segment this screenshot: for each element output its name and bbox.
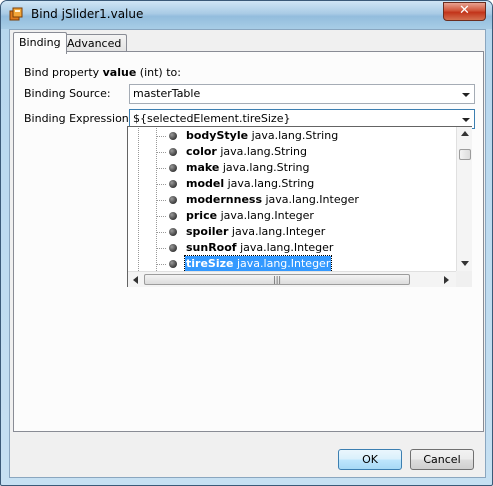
scroll-grip: ||| xyxy=(273,275,282,284)
ok-button[interactable]: OK xyxy=(338,449,402,470)
tree-row[interactable]: bodyStyle java.lang.String xyxy=(128,128,456,144)
tree-row[interactable]: color java.lang.String xyxy=(128,144,456,160)
tree-guide-line xyxy=(138,208,139,224)
chevron-down-icon[interactable] xyxy=(462,118,470,122)
property-type: java.lang.Integer xyxy=(231,225,326,238)
property-name: spoiler xyxy=(186,225,229,238)
tree-branch-line xyxy=(157,168,167,169)
property-bullet-icon xyxy=(169,212,177,220)
tree-row[interactable]: price java.lang.Integer xyxy=(128,208,456,224)
close-icon: ✕ xyxy=(459,3,470,18)
property-bullet-icon xyxy=(169,196,177,204)
property-bullet-icon xyxy=(169,228,177,236)
horizontal-scroll-thumb[interactable]: ||| xyxy=(144,274,410,285)
tree-item-label[interactable]: price java.lang.Integer xyxy=(185,208,315,224)
tab-advanced[interactable]: Advanced xyxy=(61,34,128,52)
tree-row[interactable]: tireSize java.lang.Integer xyxy=(128,255,456,273)
property-type: java.lang.String xyxy=(251,129,339,142)
tree-branch-line xyxy=(157,248,167,249)
bind-property-prefix: Bind property xyxy=(24,66,103,79)
expression-tree-popup[interactable]: bodyStyle java.lang.String color java.lan… xyxy=(127,126,472,287)
property-type: java.lang.Integer xyxy=(265,193,359,206)
property-type: java.lang.String xyxy=(222,161,310,174)
property-bullet-icon xyxy=(169,180,177,188)
bind-property-suffix: (int) to: xyxy=(136,66,181,79)
tree-guide-line xyxy=(138,144,139,160)
property-name: bodyStyle xyxy=(186,129,249,142)
property-type: java.lang.Integer xyxy=(240,241,334,254)
java-app-icon xyxy=(9,7,23,21)
window-title: Bind jSlider1.value xyxy=(31,7,144,21)
tree-branch-line xyxy=(157,232,167,233)
scroll-down-icon[interactable] xyxy=(461,261,469,266)
scroll-up-icon[interactable] xyxy=(461,131,469,136)
scrollbar-corner xyxy=(456,271,472,287)
title-bar[interactable]: Bind jSlider1.value ✕ xyxy=(1,1,492,29)
tab-binding[interactable]: Binding xyxy=(13,32,67,54)
bind-property-label: Bind property value (int) to: xyxy=(24,66,181,79)
tree-item-label[interactable]: make java.lang.String xyxy=(185,160,311,176)
property-type: java.lang.String xyxy=(227,177,315,190)
scroll-left-icon[interactable] xyxy=(133,276,138,284)
binding-source-value: masterTable xyxy=(133,87,201,100)
property-bullet-icon xyxy=(169,260,177,268)
tree-guide-line xyxy=(138,128,139,144)
property-name: sunRoof xyxy=(186,241,237,254)
tree-item-label[interactable]: spoiler java.lang.Integer xyxy=(185,224,326,240)
binding-source-combo[interactable]: masterTable xyxy=(129,84,475,104)
tree-row[interactable]: spoiler java.lang.Integer xyxy=(128,224,456,240)
property-name: color xyxy=(186,145,217,158)
property-bullet-icon xyxy=(169,132,177,140)
property-name: price xyxy=(186,209,218,222)
tree-item-label[interactable]: bodyStyle java.lang.String xyxy=(185,128,339,144)
tree-item-label[interactable]: tireSize java.lang.Integer xyxy=(183,255,333,273)
property-type: java.lang.String xyxy=(220,145,307,158)
tree-branch-line xyxy=(157,216,167,217)
property-name: model xyxy=(186,177,225,190)
tree-guide-line xyxy=(138,176,139,192)
tree-guide-line xyxy=(138,160,139,176)
tree-branch-line xyxy=(157,200,167,201)
cancel-button[interactable]: Cancel xyxy=(410,449,474,470)
vertical-scrollbar[interactable] xyxy=(456,127,472,271)
tree-row[interactable]: model java.lang.String xyxy=(128,176,456,192)
tree-branch-line xyxy=(157,136,167,137)
bind-property-name: value xyxy=(102,66,137,79)
tree-guide-line xyxy=(138,256,139,272)
property-type: java.lang.Integer xyxy=(220,209,314,222)
tree-item-label[interactable]: color java.lang.String xyxy=(185,144,308,160)
tree-guide-line xyxy=(138,192,139,208)
property-name: modernness xyxy=(186,193,262,206)
scroll-right-icon[interactable] xyxy=(444,276,449,284)
tree-guide-line xyxy=(138,240,139,256)
property-type: java.lang.Integer xyxy=(236,257,331,270)
horizontal-scrollbar[interactable]: ||| xyxy=(128,271,456,287)
tree-item-label[interactable]: model java.lang.String xyxy=(185,176,315,192)
binding-expression-input[interactable]: ${selectedElement.tireSize} xyxy=(133,112,290,125)
chevron-down-icon[interactable] xyxy=(462,93,470,97)
binding-source-label: Binding Source: xyxy=(24,87,111,100)
property-name: tireSize xyxy=(186,257,234,270)
tree-row[interactable]: make java.lang.String xyxy=(128,160,456,176)
property-bullet-icon xyxy=(169,148,177,156)
tree-branch-line xyxy=(157,184,167,185)
property-bullet-icon xyxy=(169,244,177,252)
property-bullet-icon xyxy=(169,164,177,172)
tree-branch-line xyxy=(157,264,167,265)
tree-row[interactable]: sunRoof java.lang.Integer xyxy=(128,240,456,256)
tree-branch-line xyxy=(157,152,167,153)
binding-expression-label: Binding Expression: xyxy=(24,112,133,125)
close-button[interactable]: ✕ xyxy=(443,2,486,21)
vertical-scroll-thumb[interactable] xyxy=(459,149,471,160)
property-name: make xyxy=(186,161,220,174)
tree-guide-line xyxy=(138,224,139,240)
tree-item-label[interactable]: sunRoof java.lang.Integer xyxy=(185,240,334,256)
tree-item-label[interactable]: modernness java.lang.Integer xyxy=(185,192,360,208)
tree-row[interactable]: modernness java.lang.Integer xyxy=(128,192,456,208)
